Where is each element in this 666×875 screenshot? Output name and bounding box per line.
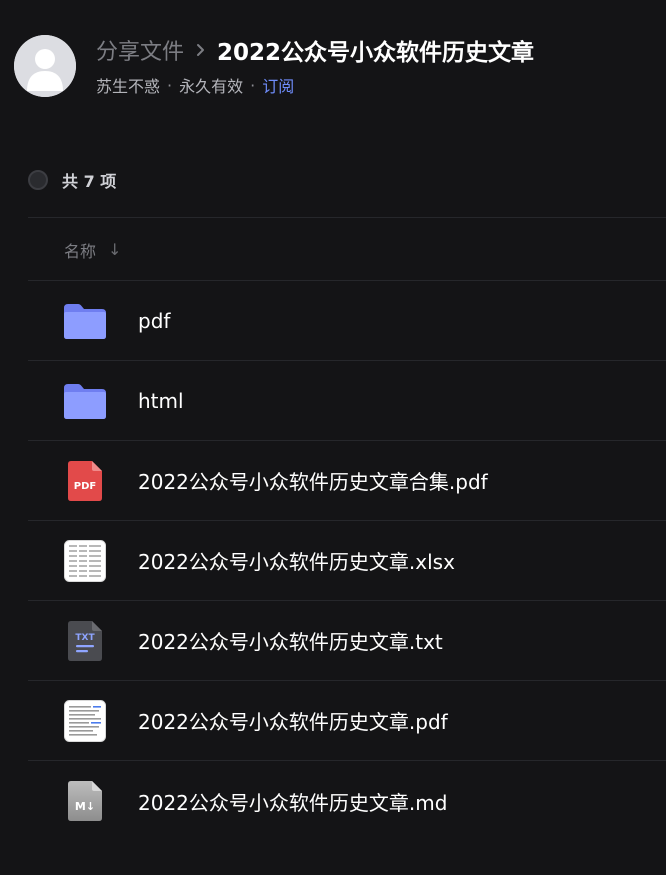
chevron-right-icon	[196, 43, 205, 57]
list-toolbar: 共 7 项	[28, 158, 666, 218]
breadcrumb: 分享文件 2022公众号小众软件历史文章	[96, 34, 534, 66]
spreadsheet-file-icon	[63, 539, 107, 583]
list-item[interactable]: PDF 2022公众号小众软件历史文章合集.pdf	[28, 441, 666, 521]
folder-icon	[63, 379, 107, 423]
meta-separator: ·	[250, 75, 256, 95]
file-name[interactable]: 2022公众号小众软件历史文章.md	[138, 787, 447, 816]
file-name[interactable]: pdf	[138, 309, 170, 333]
file-name[interactable]: html	[138, 389, 184, 413]
page-title: 2022公众号小众软件历史文章	[217, 40, 535, 66]
sort-by-name-button[interactable]: 名称 ↓	[64, 238, 121, 262]
item-count: 共 7 项	[62, 171, 117, 191]
pdf-file-icon: PDF	[63, 459, 107, 503]
share-meta: 苏生不惑 · 永久有效 · 订阅	[96, 73, 294, 97]
select-all-checkbox[interactable]	[28, 169, 48, 190]
list-item[interactable]: html	[28, 361, 666, 441]
file-name[interactable]: 2022公众号小众软件历史文章.xlsx	[138, 546, 455, 575]
subscribe-link[interactable]: 订阅	[262, 73, 294, 97]
validity-label: 永久有效	[179, 77, 244, 96]
file-name[interactable]: 2022公众号小众软件历史文章.pdf	[138, 706, 448, 735]
txt-file-icon: TXT	[63, 619, 107, 663]
file-list: pdf html PDF 2022公众号小众软件历史文章合集.pdf 2022公…	[28, 281, 666, 841]
file-name[interactable]: 2022公众号小众软件历史文章.txt	[138, 626, 443, 655]
share-header: 分享文件 2022公众号小众软件历史文章 苏生不惑 · 永久有效 · 订阅	[0, 0, 666, 130]
sort-arrow-icon: ↓	[108, 240, 122, 259]
list-item[interactable]: 2022公众号小众软件历史文章.pdf	[28, 681, 666, 761]
txt-icon-label: TXT	[75, 633, 95, 643]
document-thumbnail-icon	[63, 699, 107, 743]
breadcrumb-parent[interactable]: 分享文件	[96, 34, 184, 66]
md-icon-label: M↓	[75, 800, 95, 813]
user-silhouette-icon	[14, 35, 76, 97]
list-item[interactable]: pdf	[28, 281, 666, 361]
list-item[interactable]: M↓ 2022公众号小众软件历史文章.md	[28, 761, 666, 841]
author-name[interactable]: 苏生不惑	[96, 73, 160, 97]
list-item[interactable]: 2022公众号小众软件历史文章.xlsx	[28, 521, 666, 601]
list-item[interactable]: TXT 2022公众号小众软件历史文章.txt	[28, 601, 666, 681]
file-name[interactable]: 2022公众号小众软件历史文章合集.pdf	[138, 466, 488, 495]
folder-icon	[63, 299, 107, 343]
pdf-icon-label: PDF	[74, 481, 96, 492]
avatar[interactable]	[14, 35, 76, 97]
column-name-label: 名称	[64, 241, 97, 261]
meta-separator: ·	[167, 75, 173, 95]
markdown-file-icon: M↓	[63, 779, 107, 823]
column-header: 名称 ↓	[28, 219, 666, 281]
